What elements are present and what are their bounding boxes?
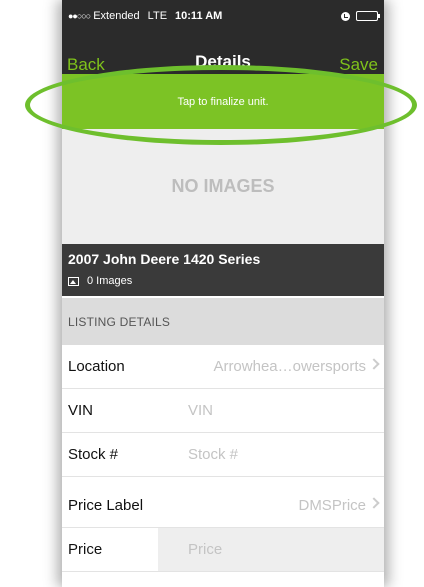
save-button[interactable]: Save — [339, 55, 378, 75]
price-label: Price — [68, 541, 103, 558]
status-icons — [341, 11, 380, 21]
battery-icon — [356, 11, 380, 21]
price-label-value: DMSPrice — [298, 497, 366, 514]
location-row[interactable]: Location Arrowhea…owersports — [62, 345, 384, 389]
navigation-bar: Back Details Save — [62, 32, 384, 74]
image-count-row: 0 Images — [68, 275, 378, 287]
location-value: Arrowhea…owersports — [213, 358, 366, 375]
image-count: 0 Images — [87, 275, 133, 287]
price-row: Price Price — [62, 528, 384, 572]
page-title: Details — [195, 52, 251, 71]
phone-screen: ●●○○○ Extended LTE 10:11 AM Back Details… — [62, 0, 384, 587]
unit-title: 2007 John Deere 1420 Series — [68, 251, 261, 267]
image-gallery-placeholder[interactable]: NO IMAGES — [62, 129, 384, 244]
alarm-icon — [341, 11, 350, 21]
status-time: 10:11 AM — [175, 10, 223, 22]
vin-label: VIN — [68, 402, 94, 419]
price-label-row[interactable]: Price Label DMSPrice — [62, 484, 384, 528]
carrier-name: Extended — [93, 10, 140, 22]
signal-strength-icon: ●●○○○ — [68, 11, 91, 21]
status-bar: ●●○○○ Extended LTE 10:11 AM — [62, 0, 384, 32]
network-type: LTE — [147, 10, 168, 22]
finalize-unit-banner[interactable]: Tap to finalize unit. — [62, 74, 384, 129]
stock-row: Stock # Stock # — [62, 433, 384, 477]
listing-details-header: LISTING DETAILS — [62, 298, 384, 345]
vin-row: VIN VIN — [62, 389, 384, 433]
unit-title-bar: 2007 John Deere 1420 Series 0 Images — [62, 244, 384, 296]
price-field[interactable]: Price — [188, 541, 378, 558]
image-icon — [68, 276, 79, 286]
location-label: Location — [68, 358, 125, 375]
stock-field[interactable]: Stock # — [188, 446, 378, 463]
stock-label: Stock # — [68, 446, 119, 463]
vin-field[interactable]: VIN — [188, 402, 378, 419]
price-label-label: Price Label — [68, 497, 144, 514]
